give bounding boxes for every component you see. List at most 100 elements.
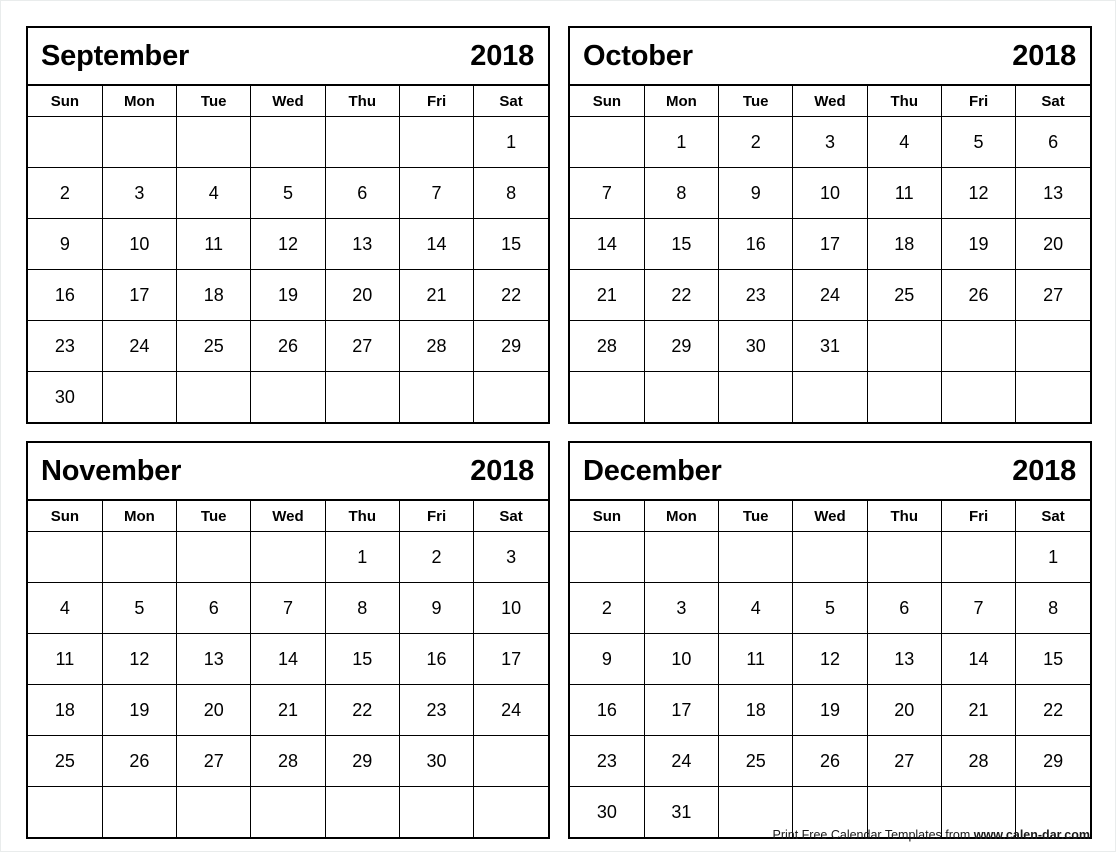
day-cell[interactable]: 7 — [940, 582, 1017, 634]
day-cell[interactable]: 15 — [1015, 633, 1090, 685]
day-cell[interactable] — [324, 786, 400, 837]
day-cell[interactable]: 3 — [101, 167, 178, 219]
day-cell[interactable]: 23 — [570, 735, 645, 787]
day-cell[interactable]: 12 — [250, 218, 326, 270]
day-cell[interactable]: 15 — [324, 633, 400, 685]
day-cell[interactable] — [792, 371, 868, 422]
day-cell[interactable]: 25 — [176, 320, 252, 372]
day-cell[interactable]: 9 — [398, 582, 475, 634]
day-cell[interactable]: 6 — [176, 582, 252, 634]
day-cell[interactable]: 31 — [643, 786, 720, 837]
day-cell[interactable]: 17 — [643, 684, 720, 736]
day-cell[interactable] — [940, 371, 1017, 422]
day-cell[interactable]: 14 — [940, 633, 1017, 685]
day-cell[interactable] — [250, 531, 326, 583]
day-cell[interactable] — [570, 116, 645, 168]
day-cell[interactable]: 22 — [473, 269, 548, 321]
day-cell[interactable]: 2 — [718, 116, 794, 168]
day-cell[interactable] — [473, 786, 548, 837]
day-cell[interactable] — [940, 531, 1017, 583]
day-cell[interactable]: 21 — [398, 269, 475, 321]
day-cell[interactable]: 27 — [1015, 269, 1090, 321]
day-cell[interactable]: 25 — [866, 269, 942, 321]
day-cell[interactable]: 1 — [643, 116, 720, 168]
day-cell[interactable]: 20 — [866, 684, 942, 736]
day-cell[interactable]: 8 — [1015, 582, 1090, 634]
day-cell[interactable] — [792, 531, 868, 583]
day-cell[interactable]: 16 — [718, 218, 794, 270]
day-cell[interactable]: 8 — [473, 167, 548, 219]
day-cell[interactable]: 6 — [324, 167, 400, 219]
day-cell[interactable]: 24 — [643, 735, 720, 787]
day-cell[interactable]: 9 — [28, 218, 103, 270]
day-cell[interactable] — [28, 116, 103, 168]
day-cell[interactable]: 16 — [570, 684, 645, 736]
day-cell[interactable] — [176, 786, 252, 837]
day-cell[interactable]: 5 — [792, 582, 868, 634]
day-cell[interactable] — [718, 531, 794, 583]
day-cell[interactable]: 8 — [643, 167, 720, 219]
day-cell[interactable] — [866, 531, 942, 583]
day-cell[interactable]: 24 — [101, 320, 178, 372]
day-cell[interactable]: 29 — [643, 320, 720, 372]
day-cell[interactable]: 15 — [643, 218, 720, 270]
day-cell[interactable] — [473, 371, 548, 422]
day-cell[interactable]: 5 — [101, 582, 178, 634]
day-cell[interactable] — [250, 371, 326, 422]
day-cell[interactable]: 23 — [398, 684, 475, 736]
day-cell[interactable]: 28 — [398, 320, 475, 372]
day-cell[interactable]: 4 — [28, 582, 103, 634]
day-cell[interactable]: 22 — [643, 269, 720, 321]
day-cell[interactable]: 16 — [398, 633, 475, 685]
day-cell[interactable]: 9 — [718, 167, 794, 219]
day-cell[interactable] — [866, 371, 942, 422]
day-cell[interactable]: 2 — [398, 531, 475, 583]
day-cell[interactable]: 1 — [324, 531, 400, 583]
day-cell[interactable]: 21 — [250, 684, 326, 736]
day-cell[interactable]: 12 — [792, 633, 868, 685]
day-cell[interactable]: 27 — [176, 735, 252, 787]
day-cell[interactable]: 13 — [176, 633, 252, 685]
day-cell[interactable]: 10 — [643, 633, 720, 685]
day-cell[interactable]: 1 — [1015, 531, 1090, 583]
day-cell[interactable]: 23 — [28, 320, 103, 372]
day-cell[interactable] — [28, 786, 103, 837]
day-cell[interactable] — [940, 320, 1017, 372]
day-cell[interactable] — [250, 786, 326, 837]
day-cell[interactable]: 27 — [324, 320, 400, 372]
day-cell[interactable]: 28 — [250, 735, 326, 787]
day-cell[interactable]: 29 — [1015, 735, 1090, 787]
day-cell[interactable]: 14 — [250, 633, 326, 685]
day-cell[interactable]: 28 — [570, 320, 645, 372]
footer-site-link[interactable]: www.calen-dar.com — [974, 828, 1090, 842]
day-cell[interactable]: 5 — [940, 116, 1017, 168]
day-cell[interactable]: 30 — [398, 735, 475, 787]
day-cell[interactable]: 18 — [718, 684, 794, 736]
day-cell[interactable]: 24 — [792, 269, 868, 321]
day-cell[interactable]: 10 — [101, 218, 178, 270]
day-cell[interactable]: 26 — [940, 269, 1017, 321]
day-cell[interactable] — [176, 371, 252, 422]
day-cell[interactable]: 26 — [792, 735, 868, 787]
day-cell[interactable]: 11 — [718, 633, 794, 685]
day-cell[interactable] — [570, 371, 645, 422]
day-cell[interactable]: 3 — [643, 582, 720, 634]
day-cell[interactable] — [28, 531, 103, 583]
day-cell[interactable] — [643, 531, 720, 583]
day-cell[interactable] — [324, 116, 400, 168]
day-cell[interactable] — [1015, 371, 1090, 422]
day-cell[interactable]: 26 — [101, 735, 178, 787]
day-cell[interactable]: 28 — [940, 735, 1017, 787]
day-cell[interactable]: 7 — [250, 582, 326, 634]
day-cell[interactable]: 12 — [940, 167, 1017, 219]
day-cell[interactable]: 30 — [718, 320, 794, 372]
day-cell[interactable] — [1015, 320, 1090, 372]
day-cell[interactable]: 13 — [866, 633, 942, 685]
day-cell[interactable]: 25 — [28, 735, 103, 787]
day-cell[interactable]: 11 — [176, 218, 252, 270]
day-cell[interactable]: 22 — [324, 684, 400, 736]
day-cell[interactable]: 25 — [718, 735, 794, 787]
day-cell[interactable]: 18 — [28, 684, 103, 736]
day-cell[interactable]: 31 — [792, 320, 868, 372]
day-cell[interactable]: 29 — [473, 320, 548, 372]
